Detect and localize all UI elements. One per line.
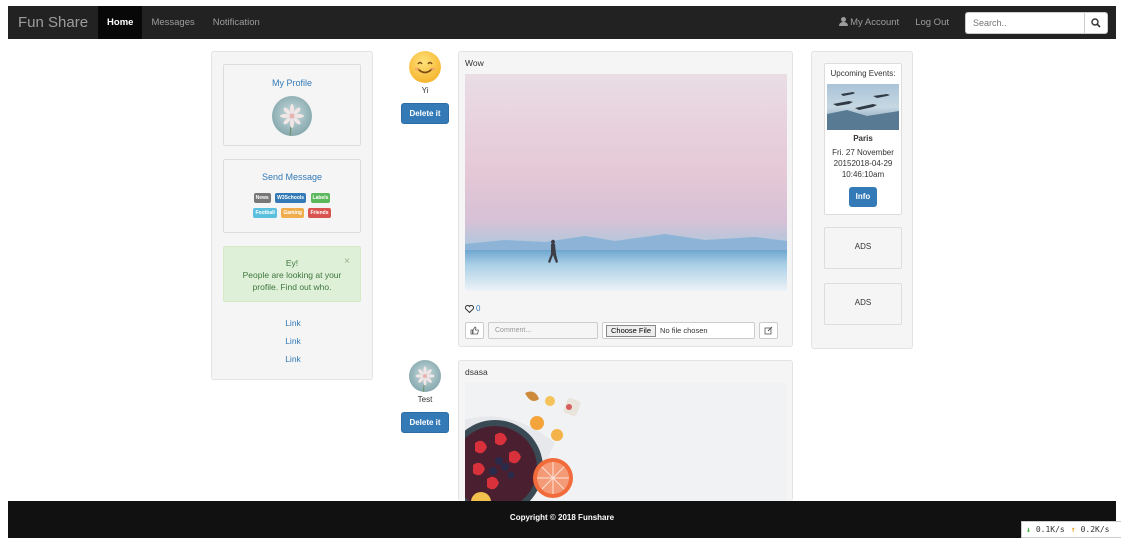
author-avatar[interactable] [409,51,441,83]
search-button[interactable] [1084,11,1108,34]
close-icon[interactable]: × [344,256,350,268]
edit-icon [764,326,773,335]
page: Fun Share Home Messages Notification My … [0,0,1121,538]
download-arrow-icon: ↓ [1026,525,1031,534]
event-image[interactable] [827,84,899,130]
upload-speed: 0.2K/s [1080,525,1110,534]
left-sidebar: My Profile Send Message News W3Schools L… [211,51,373,380]
search-input[interactable] [965,11,1084,34]
author-name[interactable]: Test [400,395,450,404]
tag-labels[interactable]: Labels [310,193,331,203]
comment-input[interactable]: Comment... [488,322,598,339]
user-icon [839,17,849,26]
tag-list: News W3Schools Labels Football Gaming Fr… [224,189,360,219]
footer: Copyright © 2018 Funshare [8,501,1116,538]
smiley-icon [409,51,441,83]
comment-row: Comment... Choose File No file chosen [465,322,778,339]
delete-post-button[interactable]: Delete it [401,103,449,124]
alert-box: × Ey! People are looking at your profile… [223,246,361,302]
alert-title: Ey! [285,258,299,268]
my-account-label: My Account [850,17,900,28]
event-city: Paris [853,134,873,143]
submit-comment-button[interactable] [759,322,778,339]
nav-home[interactable]: Home [98,6,143,39]
copyright-text: Copyright © 2018 Funshare [509,513,615,522]
tag-football[interactable]: Football [253,208,277,218]
like-count-value: 0 [476,304,481,313]
send-message-box: Send Message News W3Schools Labels Footb… [223,159,361,233]
tag-friends[interactable]: Friends [308,208,331,218]
file-input[interactable]: Choose File No file chosen [602,322,755,339]
post-author: Test Delete it [400,360,450,433]
ads-box[interactable]: ADS [824,227,902,269]
post-text: dsasa [465,367,488,377]
ads-box[interactable]: ADS [824,283,902,325]
tag-w3schools[interactable]: W3Schools [275,193,307,203]
profile-avatar[interactable] [272,96,312,136]
post-image[interactable] [465,383,787,501]
search-group [965,11,1108,34]
profile-box: My Profile [223,64,361,146]
sidebar-link-1[interactable]: Link [212,314,374,332]
upload-arrow-icon: ↑ [1070,525,1076,534]
nav-notification[interactable]: Notification [204,6,269,39]
send-message-link[interactable]: Send Message [224,172,360,182]
nav-messages[interactable]: Messages [142,6,203,39]
heart-icon [465,304,474,313]
author-avatar[interactable] [409,360,441,392]
download-speed: 0.1K/s [1035,525,1065,534]
nav-right: My Account Log Out [831,6,1116,39]
my-profile-link[interactable]: My Profile [224,78,360,88]
tag-gaming[interactable]: Gaming [281,208,304,218]
network-speed-widget: ↓ 0.1K/s ↑ 0.2K/s [1021,521,1121,538]
event-card: Upcoming Events: Paris Fri. 27 November … [824,63,902,215]
post-text: Wow [465,58,484,68]
sidebar-links: Link Link Link [212,314,374,368]
right-sidebar: Upcoming Events: Paris Fri. 27 November … [811,51,913,349]
post-author: Yi Delete it [400,51,450,124]
event-title: Upcoming Events: [830,69,896,78]
post-image[interactable] [465,74,787,291]
alert-text: People are looking at your profile. Find… [242,270,342,292]
tag-news[interactable]: News [253,193,271,203]
post-panel: dsasa [458,360,793,501]
search-icon [1091,17,1101,28]
event-date: Fri. 27 November 20152018-04-29 10:46:10… [832,148,894,179]
like-button[interactable] [465,322,484,339]
post-panel: Wow 0 Comment... Choose File No file cho… [458,51,793,347]
navbar: Fun Share Home Messages Notification My … [8,6,1116,39]
logout-link[interactable]: Log Out [907,6,957,39]
choose-file-button[interactable]: Choose File [606,324,657,337]
sidebar-link-2[interactable]: Link [212,332,374,350]
sidebar-link-3[interactable]: Link [212,350,374,368]
info-button[interactable]: Info [849,187,877,207]
delete-post-button[interactable]: Delete it [401,412,449,433]
thumbs-up-icon [470,326,479,335]
brand-link[interactable]: Fun Share [8,14,98,31]
like-count[interactable]: 0 [465,304,480,313]
my-account-link[interactable]: My Account [831,6,907,39]
author-name[interactable]: Yi [400,86,450,95]
file-status: No file chosen [660,326,708,335]
